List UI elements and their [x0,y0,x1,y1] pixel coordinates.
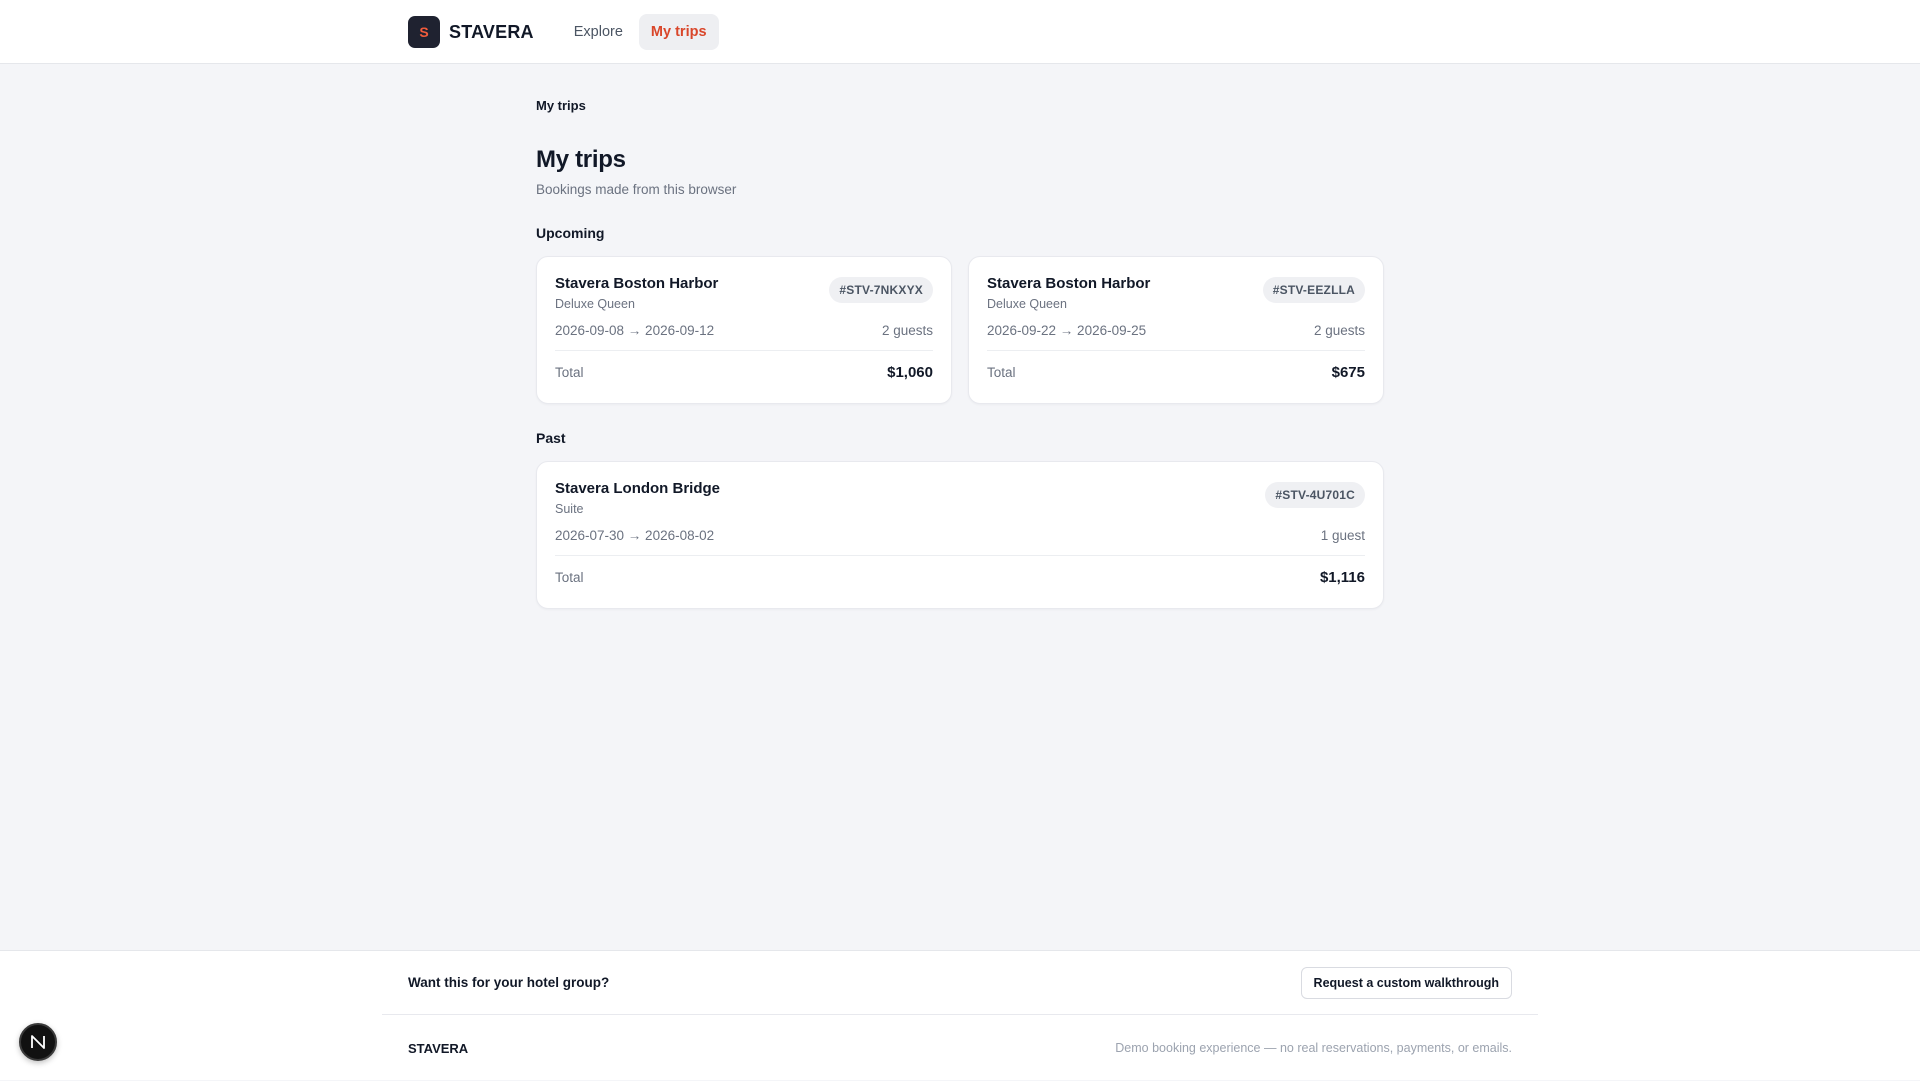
hotel-name: Stavera London Bridge [555,480,721,497]
stay-details: 2026-07-30 → 2026-08-02 1 guest [555,528,1365,556]
room-type: Deluxe Queen [987,297,1067,311]
stay-details: 2026-09-22 → 2026-09-25 2 guests [987,323,1365,351]
upcoming-heading: Upcoming [536,225,605,241]
confirmation-badge: #STV-4U701C [1265,482,1365,508]
total-price: $1,116 [1319,569,1365,586]
total-price: $675 [1331,364,1365,381]
page-title: My trips [536,146,626,173]
logo-icon[interactable]: S [408,16,440,48]
total-price: $1,060 [887,364,933,381]
card-header: Stavera Boston Harbor Deluxe Queen #STV-… [987,275,1365,311]
past-heading: Past [536,430,566,446]
hotel-name: Stavera Boston Harbor [987,275,1151,292]
brand-name[interactable]: STAVERA [449,22,534,43]
stay-details: 2026-09-08 → 2026-09-12 2 guests [555,323,933,351]
breadcrumb: My trips [536,98,586,113]
hotel-info: Stavera London Bridge Suite [555,480,720,516]
cta-text: Want this for your hotel group? [408,975,610,990]
trip-card[interactable]: Stavera Boston Harbor Deluxe Queen #STV-… [536,256,952,404]
footer-brand: STAVERA [408,1040,469,1056]
card-header: Stavera Boston Harbor Deluxe Queen #STV-… [555,275,933,311]
stay-dates: 2026-09-08 → 2026-09-12 [555,323,715,338]
hotel-name: Stavera Boston Harbor [555,275,719,292]
total-label: Total [987,365,1016,380]
total-row: Total $1,060 [555,364,933,381]
disclaimer-note: Demo booking experience — no real reserv… [1115,1041,1512,1055]
room-type: Suite [555,502,584,516]
nav-explore[interactable]: Explore [562,14,635,50]
total-label: Total [555,570,584,585]
confirmation-badge: #STV-EEZLLA [1262,277,1365,303]
stay-dates: 2026-09-22 → 2026-09-25 [987,323,1147,338]
page-subtitle: Bookings made from this browser [536,182,737,197]
trip-card[interactable]: Stavera Boston Harbor Deluxe Queen #STV-… [968,256,1384,404]
footer: Want this for your hotel group? Request … [0,950,1920,1080]
header-inner: S STAVERA Explore My trips [408,0,719,64]
trip-card[interactable]: Stavera London Bridge Suite #STV-4U701C … [536,461,1384,609]
guest-count: 2 guests [1313,323,1365,338]
stay-dates: 2026-07-30 → 2026-08-02 [555,528,715,543]
top-navigation-bar: S STAVERA Explore My trips [0,0,1920,64]
total-row: Total $1,116 [555,569,1365,586]
footer-cta: Want this for your hotel group? Request … [408,951,1512,1014]
nextjs-n-icon[interactable] [19,1023,57,1061]
card-header: Stavera London Bridge Suite #STV-4U701C [555,480,1365,516]
guest-count: 2 guests [881,323,933,338]
n-logo-icon [31,1035,45,1049]
hotel-info: Stavera Boston Harbor Deluxe Queen [555,275,718,311]
footer-bottom: STAVERA Demo booking experience — no rea… [408,1015,1512,1081]
hotel-info: Stavera Boston Harbor Deluxe Queen [987,275,1150,311]
total-row: Total $675 [987,364,1365,381]
nav-my-trips[interactable]: My trips [638,14,719,50]
confirmation-badge: #STV-7NKXYX [829,277,933,303]
total-label: Total [555,365,584,380]
main-nav: Explore My trips [562,14,719,50]
guest-count: 1 guest [1320,528,1365,543]
room-type: Deluxe Queen [555,297,635,311]
request-walkthrough-button[interactable]: Request a custom walkthrough [1300,966,1512,999]
